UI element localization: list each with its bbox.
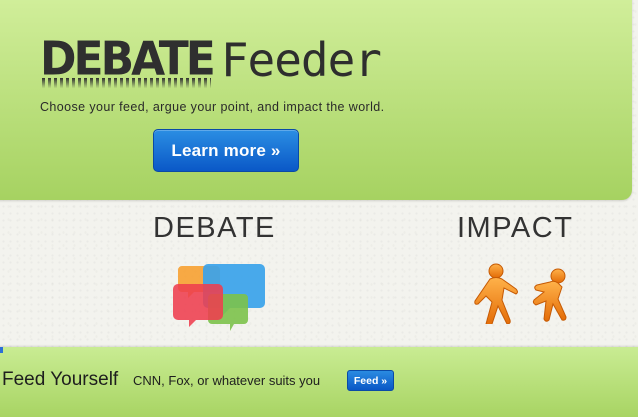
left-edge-marker [0,347,3,353]
debate-heading: DEBATE [153,212,276,244]
logo-debate-text: DEBATE [40,32,216,87]
logo-feeder-text: Feeder [220,33,382,87]
pushing-figures-shapes [474,263,567,324]
feed-yourself-heading: Feed Yourself [2,369,119,390]
tagline: Choose your feed, argue your point, and … [40,100,385,114]
speech-bubbles-icon [173,264,265,331]
feed-description: CNN, Fox, or whatever suits you [133,373,321,388]
speech-bubbles-icon-shapes [173,264,265,331]
pushing-figures-icon [474,263,567,324]
site-logo[interactable]: DEBATE Feeder [40,32,382,87]
learn-more-button[interactable]: Learn more » [153,129,299,172]
impact-heading: IMPACT [457,212,574,244]
feed-button[interactable]: Feed » [347,370,394,391]
